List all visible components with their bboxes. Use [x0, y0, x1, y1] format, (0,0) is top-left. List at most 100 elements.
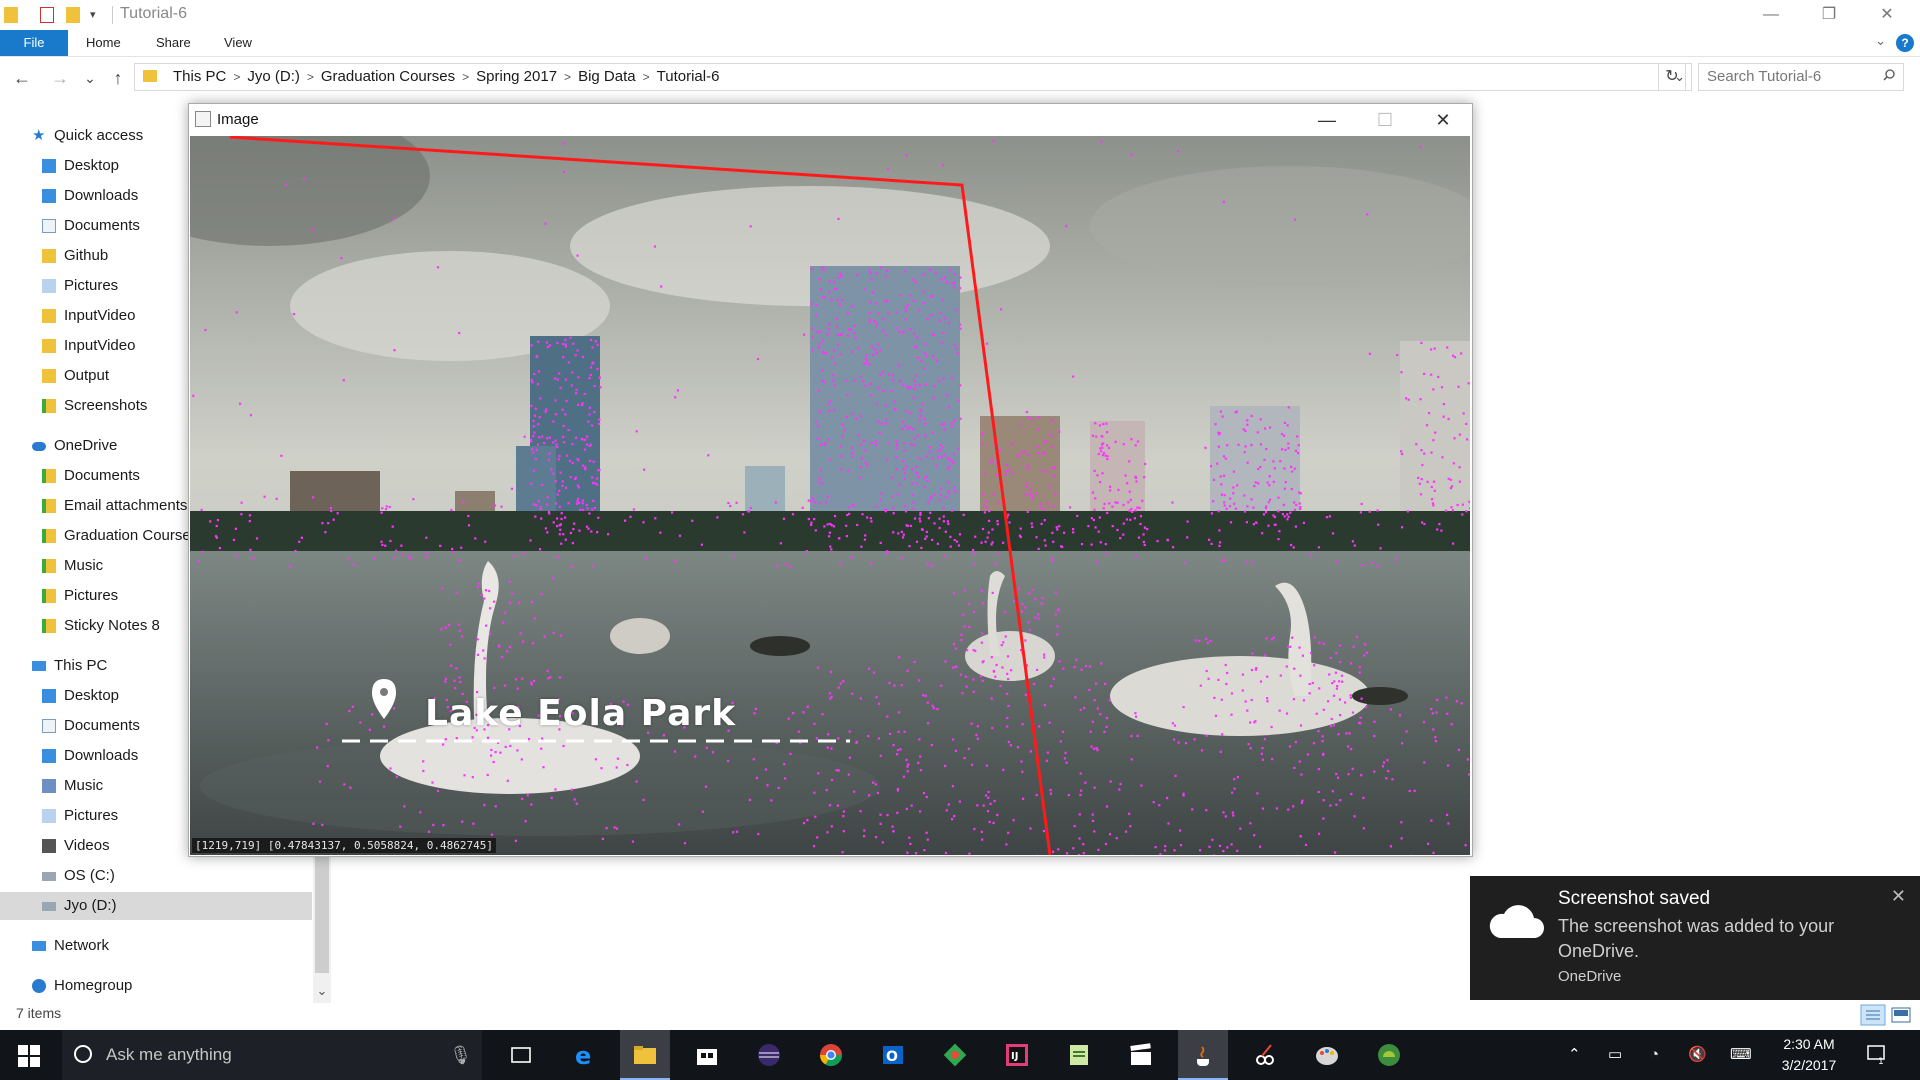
- keypoint: [1134, 509, 1137, 512]
- chevron-right-icon[interactable]: >: [643, 70, 650, 84]
- sidebar-item-selected[interactable]: Jyo (D:): [0, 892, 312, 920]
- breadcrumb-item[interactable]: Spring 2017: [476, 68, 557, 85]
- image-canvas[interactable]: Lake Eola Park [1219,719] [0.47843137, 0…: [190, 136, 1470, 855]
- keypoint: [399, 825, 402, 828]
- keypoint: [863, 829, 866, 832]
- keypoint: [882, 329, 885, 332]
- customize-toolbar-icon[interactable]: ▾: [90, 7, 104, 23]
- address-bar[interactable]: This PC > Jyo (D:) > Graduation Courses > Spri…: [134, 63, 1692, 91]
- forward-button[interactable]: →: [48, 66, 72, 90]
- up-button[interactable]: ↑: [106, 66, 130, 90]
- keypoint: [837, 217, 840, 220]
- taskbar-app-notepad-plus[interactable]: [1054, 1030, 1104, 1080]
- taskbar-app-android-studio[interactable]: [1364, 1030, 1414, 1080]
- taskbar-app-outlook[interactable]: O: [868, 1030, 918, 1080]
- keypoint: [543, 442, 546, 445]
- image-minimize-button[interactable]: —: [1298, 104, 1356, 136]
- taskbar-app-snipping[interactable]: [1240, 1030, 1290, 1080]
- view-toggle[interactable]: [1860, 1004, 1916, 1026]
- keypoint: [1182, 794, 1185, 797]
- keypoint: [1025, 486, 1028, 489]
- battery-icon[interactable]: ▭: [1608, 1030, 1622, 1080]
- show-hidden-icons[interactable]: ⌃: [1568, 1030, 1581, 1080]
- keypoint: [559, 528, 562, 531]
- volume-muted-icon[interactable]: 🔇: [1688, 1030, 1707, 1080]
- keypoint: [859, 810, 862, 813]
- search-input[interactable]: Search Tutorial-6: [1698, 63, 1904, 91]
- taskbar-app-file-explorer[interactable]: [620, 1030, 670, 1080]
- keypoint: [1377, 523, 1380, 526]
- keypoint: [958, 533, 962, 536]
- breadcrumb-item[interactable]: Big Data: [578, 68, 636, 85]
- keypoint: [509, 580, 512, 583]
- scrollbar-thumb[interactable]: [315, 855, 329, 973]
- properties-icon[interactable]: [40, 7, 54, 23]
- keypoint: [596, 343, 599, 346]
- taskbar-app-paint[interactable]: [1302, 1030, 1352, 1080]
- clock[interactable]: 2:30 AM 3/2/2017: [1776, 1034, 1842, 1076]
- taskbar-app-java[interactable]: [1178, 1030, 1228, 1080]
- taskbar-app-store[interactable]: [682, 1030, 732, 1080]
- folder-icon[interactable]: [4, 7, 18, 23]
- file-tab[interactable]: File: [0, 30, 68, 56]
- breadcrumb-item[interactable]: Graduation Courses: [321, 68, 455, 85]
- keypoint: [1130, 438, 1133, 441]
- keypoint: [1363, 654, 1366, 657]
- close-button[interactable]: ✕: [1858, 0, 1916, 30]
- taskbar-app-movie-maker[interactable]: [1116, 1030, 1166, 1080]
- chevron-right-icon[interactable]: >: [233, 70, 240, 84]
- keyboard-icon[interactable]: ⌨: [1730, 1030, 1752, 1080]
- chevron-right-icon[interactable]: >: [462, 70, 469, 84]
- keypoint: [1247, 743, 1250, 746]
- breadcrumb-item[interactable]: Tutorial-6: [657, 68, 720, 85]
- tab-view[interactable]: View: [224, 30, 252, 56]
- keypoint: [1028, 592, 1031, 595]
- image-close-button[interactable]: ✕: [1414, 104, 1472, 136]
- keypoint: [1183, 561, 1186, 564]
- restore-button[interactable]: ❐: [1800, 0, 1858, 30]
- action-center-icon[interactable]: 1: [1866, 1043, 1888, 1065]
- toast-notification[interactable]: Screenshot saved The screenshot was adde…: [1470, 876, 1920, 1000]
- keypoint: [817, 424, 820, 428]
- taskbar-app-eclipse[interactable]: [744, 1030, 794, 1080]
- recent-locations-button[interactable]: ⌄: [78, 66, 102, 90]
- scroll-down-icon[interactable]: ⌄: [313, 979, 331, 1003]
- taskbar-app-edge[interactable]: e: [560, 1030, 610, 1080]
- keypoint: [1099, 481, 1102, 484]
- chevron-right-icon[interactable]: >: [564, 70, 571, 84]
- chevron-right-icon[interactable]: >: [307, 70, 314, 84]
- keypoint: [905, 758, 908, 762]
- help-icon[interactable]: ?: [1896, 34, 1914, 52]
- microphone-icon[interactable]: 🎙: [449, 1030, 472, 1080]
- new-folder-icon[interactable]: [66, 7, 80, 23]
- windows-start-icon[interactable]: [18, 1045, 40, 1067]
- keypoint: [562, 424, 565, 427]
- sidebar-scrollbar[interactable]: ⌄: [313, 855, 331, 1003]
- keypoint: [875, 505, 878, 508]
- keypoint: [477, 582, 481, 585]
- taskbar-app-intellij[interactable]: IJ: [992, 1030, 1042, 1080]
- cortana-search-box[interactable]: Ask me anything 🎙: [62, 1030, 482, 1080]
- taskbar-app-sourcetree[interactable]: [930, 1030, 980, 1080]
- synced-folder-icon: [42, 469, 56, 483]
- keypoint: [981, 443, 984, 446]
- keypoint: [1284, 448, 1287, 451]
- breadcrumb-item[interactable]: This PC: [173, 68, 226, 85]
- wifi-icon[interactable]: ◔: [1650, 1030, 1659, 1080]
- keypoint: [1239, 827, 1242, 830]
- keypoint: [1043, 656, 1046, 659]
- back-button[interactable]: ←: [10, 66, 34, 90]
- toast-close-button[interactable]: ✕: [1891, 886, 1906, 907]
- task-view-button[interactable]: [496, 1030, 546, 1080]
- keypoint: [1450, 506, 1453, 509]
- image-maximize-button[interactable]: ☐: [1356, 104, 1414, 136]
- refresh-button[interactable]: ↻: [1658, 63, 1686, 91]
- expand-ribbon-icon[interactable]: ⌄: [1875, 33, 1886, 49]
- keypoint: [569, 475, 572, 479]
- keypoint: [815, 737, 818, 740]
- tab-home[interactable]: Home: [86, 30, 121, 56]
- taskbar-app-chrome[interactable]: [806, 1030, 856, 1080]
- breadcrumb-item[interactable]: Jyo (D:): [247, 68, 300, 85]
- minimize-button[interactable]: —: [1742, 0, 1800, 30]
- tab-share[interactable]: Share: [156, 30, 191, 56]
